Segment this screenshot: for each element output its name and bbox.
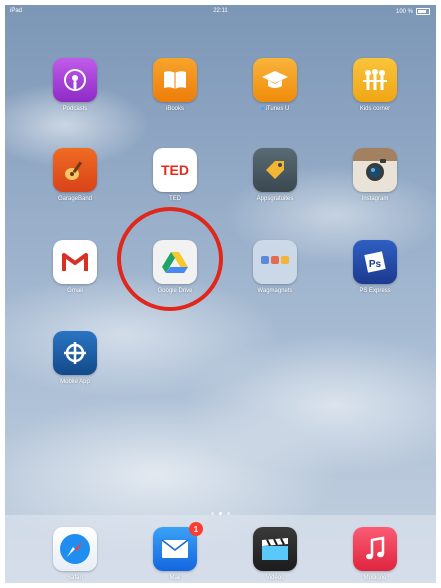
app-tag[interactable]: Appsgratuites — [245, 148, 305, 203]
app-label: Safari — [67, 575, 83, 581]
guitar-icon — [53, 148, 97, 192]
app-itunes-u[interactable]: iTunes U — [245, 58, 305, 113]
svg-text:Ps: Ps — [369, 259, 382, 270]
app-podcasts[interactable]: Podcasts — [45, 58, 105, 113]
app-folder[interactable]: Wagmagnets — [245, 240, 305, 295]
dock-app-safari[interactable]: Safari — [45, 527, 105, 582]
podcasts-icon — [53, 58, 97, 102]
app-gmail[interactable]: Gmail — [45, 240, 105, 295]
graduation-cap-icon — [253, 58, 297, 102]
dock-app-mail[interactable]: 1 Mail — [145, 522, 205, 582]
app-garageband[interactable]: GarageBand — [45, 148, 105, 203]
app-label: iBooks — [165, 106, 184, 112]
envelope-icon: 1 — [153, 522, 203, 571]
app-ted[interactable]: TED TED — [145, 148, 205, 203]
ted-logo-icon: TED — [153, 148, 197, 192]
photoshop-express-icon: Ps — [353, 240, 397, 284]
crosshair-icon — [53, 331, 97, 375]
dock-app-videos[interactable]: Vidéos — [245, 527, 305, 582]
app-kids[interactable]: Kids corner — [345, 58, 405, 113]
dock: Safari 1 Mail Vidéos Musique — [5, 515, 436, 583]
app-label: Appsgratuites — [256, 196, 294, 202]
app-label: Mail — [169, 575, 181, 581]
status-bar: iPad 22:11 100 % — [5, 5, 436, 19]
app-label: Musique — [363, 575, 387, 581]
price-tag-icon — [253, 148, 297, 192]
dock-app-music[interactable]: Musique — [345, 527, 405, 582]
app-books[interactable]: iBooks — [145, 58, 205, 113]
music-note-icon — [353, 527, 397, 571]
app-label: Kids corner — [359, 106, 391, 112]
new-app-dot — [260, 106, 264, 110]
app-label: Wagmagnets — [257, 288, 293, 294]
compass-icon — [53, 527, 97, 571]
app-label: Podcasts — [62, 106, 88, 112]
unread-badge: 1 — [189, 522, 203, 536]
folder-icon — [253, 240, 297, 284]
app-ps-express[interactable]: Ps PS Express — [345, 240, 405, 295]
svg-text:TED: TED — [161, 162, 189, 178]
book-icon — [153, 58, 197, 102]
app-label: Instagram — [361, 196, 389, 202]
gmail-icon — [53, 240, 97, 284]
clapperboard-icon — [253, 527, 297, 571]
home-screen: iPad 22:11 100 % Podcasts iBooks iTunes … — [5, 5, 436, 583]
app-label: Gmail — [67, 288, 83, 294]
camera-icon — [353, 148, 397, 192]
highlight-circle — [117, 207, 223, 311]
app-label: GarageBand — [57, 196, 93, 202]
app-label: iTunes U — [260, 106, 289, 113]
battery-status: 100 % — [396, 8, 430, 15]
app-label: TED — [169, 196, 181, 202]
battery-percent: 100 % — [395, 8, 413, 15]
app-instagram[interactable]: Instagram — [345, 148, 405, 203]
app-label: Mobile App — [60, 379, 90, 385]
battery-icon — [416, 8, 430, 15]
clock: 22:11 — [213, 8, 228, 14]
app-mobile[interactable]: Mobile App — [45, 331, 105, 386]
app-label: Vidéos — [265, 575, 285, 581]
app-label: PS Express — [359, 288, 391, 294]
children-icon — [353, 58, 397, 102]
